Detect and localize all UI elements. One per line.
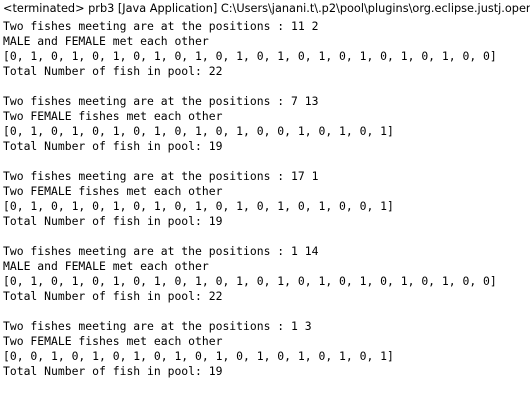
event-line: MALE and FEMALE met each other [3, 259, 209, 273]
output-block: Two fishes meeting are at the positions … [3, 244, 530, 304]
pool-array-line: [0, 0, 1, 0, 1, 0, 1, 0, 1, 0, 1, 0, 1, … [3, 349, 394, 363]
pool-array-line: [0, 1, 0, 1, 0, 1, 0, 1, 0, 1, 0, 1, 0, … [3, 49, 497, 63]
console-title: <terminated> prb3 [Java Application] C:\… [0, 0, 530, 18]
output-block: Two fishes meeting are at the positions … [3, 94, 530, 154]
meeting-line: Two fishes meeting are at the positions … [3, 244, 319, 258]
event-line: Two FEMALE fishes met each other [3, 184, 223, 198]
output-block: Two fishes meeting are at the positions … [3, 19, 530, 79]
meeting-line: Two fishes meeting are at the positions … [3, 19, 319, 33]
pool-array-line: [0, 1, 0, 1, 0, 1, 0, 1, 0, 1, 0, 1, 0, … [3, 274, 497, 288]
total-line: Total Number of fish in pool: 22 [3, 64, 223, 78]
console-view: <terminated> prb3 [Java Application] C:\… [0, 0, 530, 409]
console-output[interactable]: Two fishes meeting are at the positions … [0, 19, 530, 379]
total-line: Total Number of fish in pool: 19 [3, 214, 223, 228]
output-block: Two fishes meeting are at the positions … [3, 169, 530, 229]
pool-array-line: [0, 1, 0, 1, 0, 1, 0, 1, 0, 1, 0, 1, 0, … [3, 124, 394, 138]
pool-array-line: [0, 1, 0, 1, 0, 1, 0, 1, 0, 1, 0, 1, 0, … [3, 199, 394, 213]
meeting-line: Two fishes meeting are at the positions … [3, 319, 312, 333]
total-line: Total Number of fish in pool: 19 [3, 139, 223, 153]
event-line: Two FEMALE fishes met each other [3, 109, 223, 123]
meeting-line: Two fishes meeting are at the positions … [3, 169, 319, 183]
meeting-line: Two fishes meeting are at the positions … [3, 94, 319, 108]
event-line: Two FEMALE fishes met each other [3, 334, 223, 348]
total-line: Total Number of fish in pool: 22 [3, 289, 223, 303]
output-block: Two fishes meeting are at the positions … [3, 319, 530, 379]
total-line: Total Number of fish in pool: 19 [3, 364, 223, 378]
event-line: MALE and FEMALE met each other [3, 34, 209, 48]
